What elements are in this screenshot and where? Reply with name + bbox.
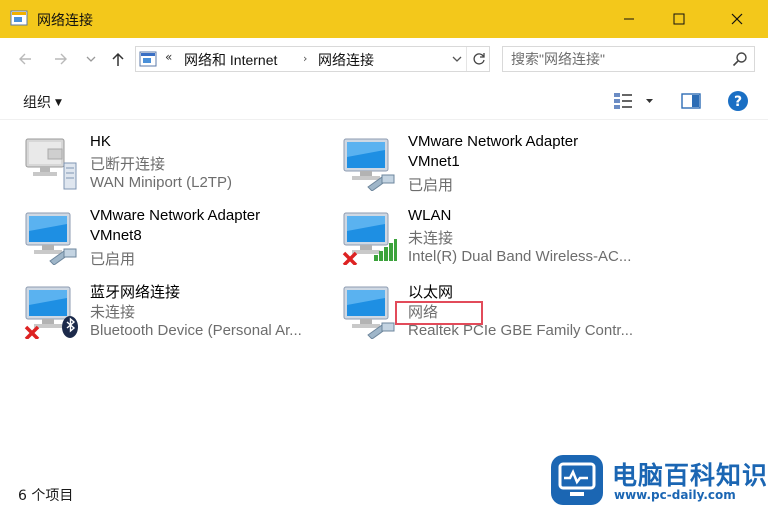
pc-daily-logo-icon (551, 455, 603, 505)
organize-label: 组织 (23, 95, 51, 111)
close-button[interactable] (714, 0, 760, 38)
overflow-chevron[interactable]: « (165, 50, 172, 64)
address-bar[interactable]: « 网络和 Internet › 网络连接 (135, 46, 490, 72)
network-adapter-icon (343, 138, 395, 191)
preview-pane-icon[interactable] (680, 91, 702, 111)
arrow-right-icon (55, 53, 67, 65)
connection-item-hk[interactable]: HK 已断开连接 WAN Miniport (L2TP) (24, 133, 334, 199)
chevron-down-icon[interactable] (450, 52, 464, 66)
watermark-title: 电脑百科知识 (612, 461, 768, 490)
connection-name: WLAN (408, 207, 452, 224)
organize-menu[interactable]: 组织 ▼ (23, 92, 62, 112)
recent-locations-button[interactable] (83, 48, 99, 70)
search-icon[interactable] (732, 51, 748, 67)
connection-status: 已断开连接 (90, 156, 166, 173)
up-button[interactable] (107, 48, 129, 70)
arrow-left-icon (19, 53, 31, 65)
vpn-connection-icon (25, 138, 77, 190)
window-title: 网络连接 (37, 13, 93, 29)
search-box[interactable] (502, 46, 755, 72)
network-folder-icon (10, 10, 28, 26)
connection-name-line2: VMnet1 (408, 153, 460, 170)
connection-name: VMware Network Adapter (90, 207, 261, 224)
watermark: 电脑百科知识 www.pc-daily.com (548, 452, 768, 508)
connection-name: 以太网 (408, 284, 454, 301)
connection-item-vmnet1[interactable]: VMware Network Adapter VMnet1 已启用 (342, 133, 652, 199)
connection-status: 已启用 (408, 177, 454, 194)
watermark-url: www.pc-daily.com (614, 488, 736, 502)
minimize-icon (624, 18, 634, 20)
chevron-down-icon (86, 56, 96, 62)
connection-name: 蓝牙网络连接 (90, 284, 181, 301)
connection-item-ethernet[interactable]: 以太网 网络 Realtek PCIe GBE Family Contr... (342, 281, 652, 347)
bluetooth-adapter-icon (24, 286, 78, 339)
connection-status: 未连接 (90, 304, 136, 321)
highlight-box (395, 301, 483, 325)
connection-status: 已启用 (90, 251, 136, 268)
forward-button[interactable] (50, 48, 72, 70)
network-folder-icon (139, 51, 157, 67)
connection-item-bluetooth[interactable]: 蓝牙网络连接 未连接 Bluetooth Device (Personal Ar… (24, 281, 334, 347)
help-label: ? (734, 94, 742, 110)
connection-item-wlan[interactable]: WLAN 未连接 Intel(R) Dual Band Wireless-AC.… (342, 207, 652, 273)
network-adapter-icon (25, 212, 77, 265)
search-input[interactable] (511, 50, 721, 68)
help-icon[interactable]: ? (727, 90, 749, 112)
connection-device: Intel(R) Dual Band Wireless-AC... (408, 248, 632, 265)
refresh-icon (472, 53, 485, 65)
title-bar: 网络连接 (0, 0, 768, 38)
close-icon (731, 13, 743, 25)
refresh-button[interactable] (466, 47, 490, 71)
arrow-up-icon (112, 52, 124, 66)
item-count: 6 个项目 (18, 488, 74, 504)
command-bar: 组织 ▼ ? (0, 82, 768, 120)
breadcrumb-network-connections[interactable]: 网络连接 (318, 50, 374, 70)
connection-name: HK (90, 133, 111, 150)
maximize-icon (673, 13, 685, 25)
ethernet-adapter-icon (343, 286, 395, 339)
maximize-button[interactable] (656, 0, 702, 38)
back-button[interactable] (14, 48, 36, 70)
breadcrumb-separator[interactable]: › (303, 52, 307, 65)
breadcrumb-network-internet[interactable]: 网络和 Internet (184, 50, 277, 70)
connection-device: WAN Miniport (L2TP) (90, 174, 232, 191)
connection-device: Bluetooth Device (Personal Ar... (90, 322, 302, 339)
connection-name: VMware Network Adapter (408, 133, 579, 150)
connection-name-line2: VMnet8 (90, 227, 142, 244)
change-view-icon[interactable] (612, 90, 654, 112)
minimize-button[interactable] (606, 0, 652, 38)
connection-item-vmnet8[interactable]: VMware Network Adapter VMnet8 已启用 (24, 207, 334, 273)
caret-down-icon: ▼ (55, 98, 62, 108)
wifi-adapter-icon (342, 212, 397, 265)
connection-status: 未连接 (408, 230, 454, 247)
